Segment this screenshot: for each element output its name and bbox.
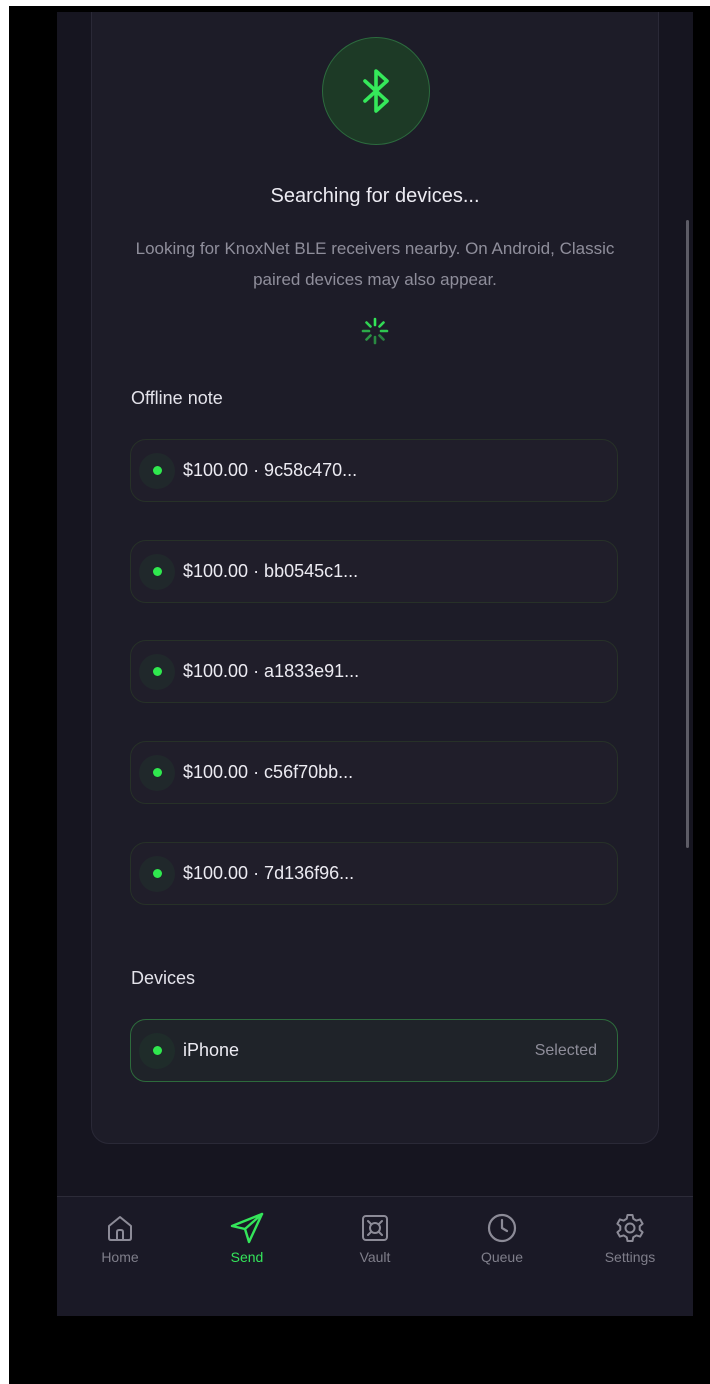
status-dot	[139, 754, 175, 791]
note-label: $100.00 · 7d136f96...	[183, 863, 355, 883]
tab-bar: Home Send Vault Queue Settings	[57, 1196, 693, 1316]
note-label: $100.00 · bb0545c1...	[183, 561, 359, 581]
tab-queue[interactable]: Queue	[447, 1197, 557, 1265]
note-item[interactable]: $100.00 · c56f70bb...	[130, 741, 618, 804]
device-label: iPhone	[183, 1040, 240, 1060]
tab-label: Home	[101, 1249, 139, 1265]
note-item[interactable]: $100.00 · bb0545c1...	[130, 540, 618, 603]
offline-note-heading: Offline note	[131, 388, 223, 408]
tab-label: Queue	[480, 1249, 524, 1265]
scan-description: Looking for KnoxNet BLE receivers nearby…	[135, 239, 615, 289]
tab-send[interactable]: Send	[192, 1197, 302, 1265]
note-item[interactable]: $100.00 · 7d136f96...	[130, 842, 618, 905]
status-dot	[139, 1032, 175, 1069]
note-item[interactable]: $100.00 · a1833e91...	[130, 640, 618, 703]
clock-icon	[487, 1213, 517, 1243]
note-item[interactable]: $100.00 · 9c58c470...	[130, 439, 618, 502]
device-item-iphone[interactable]: iPhone Selected	[130, 1019, 618, 1082]
tab-settings[interactable]: Settings	[575, 1197, 685, 1265]
tab-label: Vault	[359, 1249, 391, 1265]
scan-title: Searching for devices...	[270, 185, 480, 207]
status-dot	[139, 452, 175, 489]
bluetooth-badge	[322, 37, 430, 145]
loading-spinner-icon	[361, 317, 389, 345]
vault-icon	[362, 1215, 388, 1241]
tab-vault[interactable]: Vault	[320, 1197, 430, 1265]
note-label: $100.00 · a1833e91...	[183, 661, 360, 681]
gear-icon	[616, 1214, 644, 1242]
tab-home[interactable]: Home	[65, 1197, 175, 1265]
scrollbar[interactable]	[686, 220, 689, 848]
selected-status: Selected	[534, 1041, 597, 1059]
scan-card: Searching for devices... Looking for Kno…	[91, 12, 659, 1144]
tab-label: Settings	[604, 1249, 656, 1265]
note-label: $100.00 · c56f70bb...	[183, 762, 354, 782]
note-label: $100.00 · 9c58c470...	[183, 460, 358, 480]
device-frame: Searching for devices... Looking for Kno…	[9, 6, 710, 1384]
home-icon	[108, 1216, 132, 1241]
app-screen: Searching for devices... Looking for Kno…	[57, 12, 693, 1316]
send-icon	[230, 1212, 264, 1244]
status-dot	[139, 855, 175, 892]
status-dot	[139, 653, 175, 690]
tab-label: Send	[230, 1249, 264, 1265]
status-dot	[139, 553, 175, 590]
bluetooth-icon	[363, 69, 389, 113]
devices-heading: Devices	[131, 968, 196, 988]
